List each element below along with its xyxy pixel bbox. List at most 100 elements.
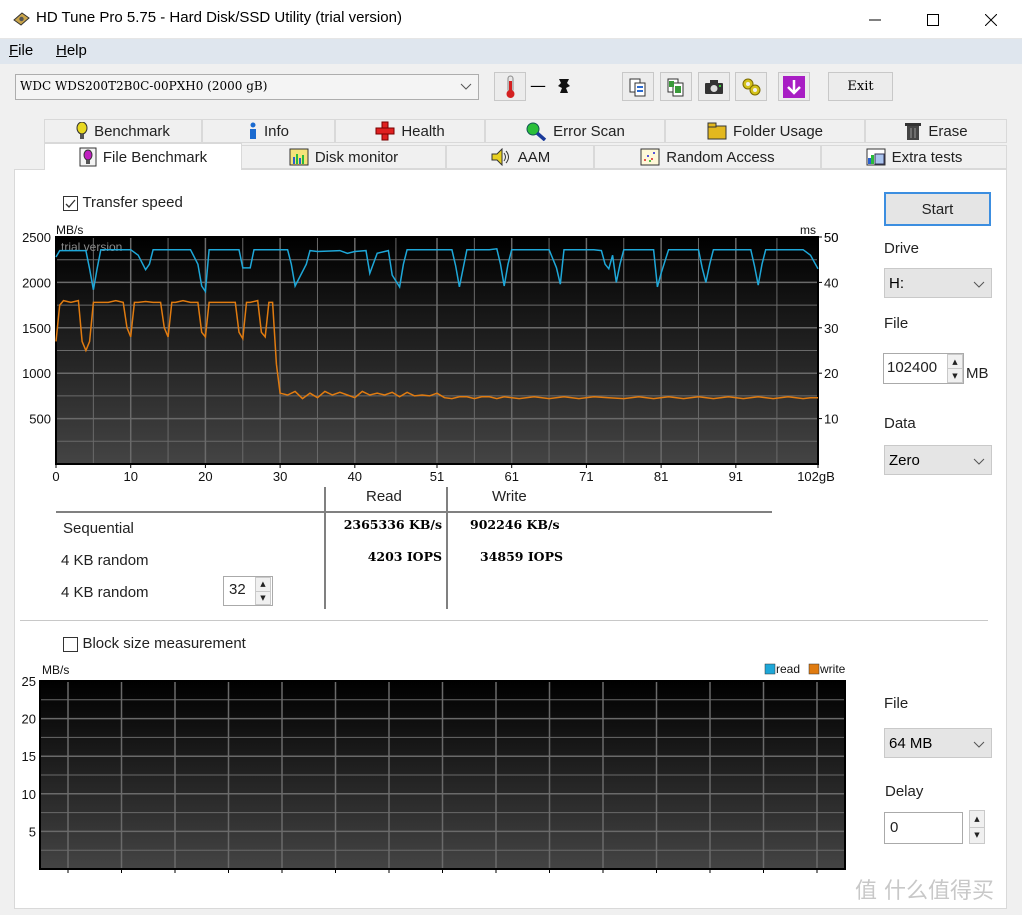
table-divider-2 [446, 487, 448, 609]
error-scan-icon [525, 121, 547, 141]
queue-depth-arrows[interactable]: ▲▼ [255, 577, 271, 605]
y-axis-label: MB/s [42, 663, 69, 677]
speaker-icon [490, 148, 512, 166]
spin-down-icon[interactable]: ▼ [948, 369, 962, 382]
y-tick-label: 1500 [22, 321, 51, 336]
tab-health[interactable]: Health [335, 119, 485, 143]
options-button[interactable] [735, 72, 767, 101]
tab-disk-monitor-label: Disk monitor [315, 149, 398, 166]
maximize-button[interactable] [910, 0, 956, 39]
disk-select[interactable]: WDC WDS200T2B0C-00PXH0 (2000 gB) [15, 74, 479, 100]
y-tick-label: 20 [22, 712, 36, 727]
start-label: Start [922, 201, 954, 218]
spin-up-icon[interactable]: ▲ [256, 578, 270, 592]
menu-file-label: ile [18, 42, 33, 59]
file-size-arrows[interactable]: ▲▼ [947, 354, 963, 383]
delay-spinner[interactable]: ▲▼ [969, 810, 985, 844]
minimize-icon [869, 14, 881, 26]
temperature-value: — [530, 76, 546, 95]
tab-aam[interactable]: AAM [446, 145, 594, 169]
x-tick-label: 30 [273, 469, 287, 484]
start-button[interactable]: Start [884, 192, 991, 226]
menu-help-accel: H [56, 42, 67, 59]
x-tick-label: 40 [348, 469, 362, 484]
chevron-down-icon [973, 455, 985, 467]
tab-file-benchmark[interactable]: File Benchmark [44, 143, 242, 170]
tab-error-scan[interactable]: Error Scan [485, 119, 665, 143]
menu-bar [0, 39, 1022, 64]
transfer-speed-chart: trial versionMB/sms500100015002000250010… [0, 215, 860, 490]
x-tick-label: 20 [198, 469, 212, 484]
legend-label-read: read [776, 662, 800, 676]
4kb-random-write-value: 34859 IOPS [480, 549, 563, 564]
x-tick-label: 102gB [797, 469, 835, 484]
y2-tick-label: 30 [824, 321, 838, 336]
y-tick-label: 2000 [22, 275, 51, 290]
tab-health-label: Health [401, 123, 444, 140]
tab-benchmark[interactable]: Benchmark [44, 119, 202, 143]
delay-input[interactable]: 0 [884, 812, 963, 844]
transfer-speed-checkbox[interactable]: Transfer speed [63, 194, 183, 211]
minimize-button[interactable] [852, 0, 898, 39]
row-sequential-label: Sequential [63, 520, 134, 537]
file-size-unit: MB [966, 365, 989, 382]
tab-aam-label: AAM [518, 149, 551, 166]
x-tick-label: 71 [579, 469, 593, 484]
tab-file-benchmark-label: File Benchmark [103, 149, 207, 166]
screenshot-button[interactable] [698, 72, 730, 101]
y-tick-label: 5 [29, 824, 36, 839]
save-button[interactable] [778, 72, 810, 101]
data-select[interactable]: Zero [884, 445, 992, 475]
block-file-select[interactable]: 64 MB [884, 728, 992, 758]
copy-screen-button[interactable] [660, 72, 692, 101]
tab-disk-monitor[interactable]: Disk monitor [241, 145, 446, 169]
tab-error-scan-label: Error Scan [553, 123, 625, 140]
table-divider-1 [324, 487, 326, 609]
tab-erase[interactable]: Erase [865, 119, 1007, 143]
delay-value: 0 [890, 819, 898, 836]
extra-tests-icon [866, 148, 886, 166]
y-tick-label: 2500 [22, 230, 51, 245]
tab-extra-tests[interactable]: Extra tests [821, 145, 1007, 169]
spin-up-icon[interactable]: ▲ [970, 811, 984, 828]
copy-info-button[interactable] [622, 72, 654, 101]
save-down-icon [782, 75, 806, 99]
temperature-button[interactable] [494, 72, 526, 101]
tab-folder-usage[interactable]: Folder Usage [665, 119, 865, 143]
file-size-spinner[interactable]: 102400 ▲▼ [883, 353, 964, 384]
tab-random-access-label: Random Access [666, 149, 774, 166]
spin-down-icon[interactable]: ▼ [256, 592, 270, 605]
close-button[interactable] [968, 0, 1014, 39]
menu-help[interactable]: Help [56, 42, 87, 59]
checkbox-box [63, 196, 78, 211]
block-size-checkbox[interactable]: Block size measurement [63, 635, 246, 652]
tab-info[interactable]: Info [202, 119, 335, 143]
data-value: Zero [889, 452, 920, 469]
queue-depth-spinner[interactable]: 32 ▲▼ [223, 576, 273, 606]
info-icon [248, 122, 258, 140]
exit-label: Exit [847, 79, 873, 94]
x-tick-label: 81 [654, 469, 668, 484]
thermometer-icon [503, 75, 517, 99]
file-size-label: File [884, 315, 908, 332]
x-tick-label: 91 [729, 469, 743, 484]
y2-tick-label: 40 [824, 275, 838, 290]
col-read-header: Read [366, 488, 402, 505]
options-icon [740, 76, 762, 98]
copy-info-icon [628, 77, 648, 97]
tab-random-access[interactable]: Random Access [594, 145, 821, 169]
exit-button[interactable]: Exit [828, 72, 893, 101]
menu-file[interactable]: File [9, 42, 33, 59]
y2-tick-label: 20 [824, 366, 838, 381]
spin-up-icon[interactable]: ▲ [948, 355, 962, 369]
tab-folder-usage-label: Folder Usage [733, 123, 823, 140]
spin-down-icon[interactable]: ▼ [970, 828, 984, 844]
block-size-label: Block size measurement [82, 635, 245, 652]
sequential-write-value: 902246 KB/s [470, 517, 560, 532]
title-bar: HD Tune Pro 5.75 - Hard Disk/SSD Utility… [0, 0, 1022, 39]
x-tick-label: 0 [52, 469, 59, 484]
transfer-speed-label: Transfer speed [82, 194, 182, 211]
file-benchmark-icon [79, 147, 97, 167]
y2-tick-label: 10 [824, 412, 838, 427]
drive-select[interactable]: H: [884, 268, 992, 298]
